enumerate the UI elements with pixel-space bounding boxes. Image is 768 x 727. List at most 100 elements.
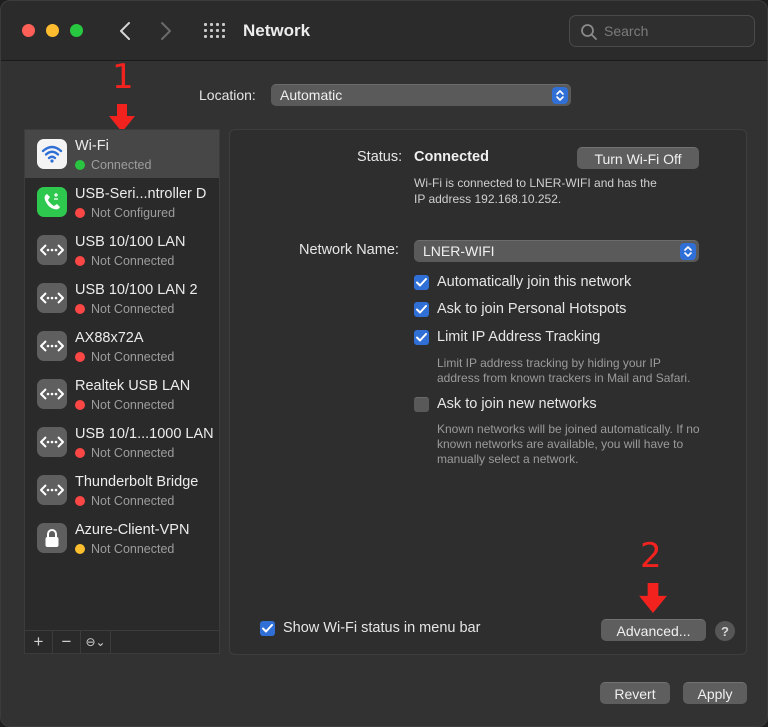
ethernet-icon: [37, 283, 67, 313]
service-item-azure-client-vpn[interactable]: Azure-Client-VPN Not Connected: [25, 514, 219, 562]
turn-wifi-off-button[interactable]: Turn Wi-Fi Off: [577, 147, 699, 169]
checkmark-icon: [414, 274, 429, 290]
network-name-popup[interactable]: LNER-WIFI: [414, 240, 699, 262]
minimize-window-button[interactable]: [46, 24, 59, 37]
new-networks-help-line-1: Known networks will be joined automatica…: [437, 422, 700, 436]
service-status: Not Connected: [75, 446, 174, 460]
service-item-usb-lan-2[interactable]: USB 10/100 LAN 2 Not Connected: [25, 274, 219, 322]
status-description-line-2: IP address 192.168.10.252.: [414, 192, 562, 206]
apply-button[interactable]: Apply: [683, 682, 747, 704]
service-name: USB 10/1...1000 LAN: [75, 426, 214, 442]
network-name-value: LNER-WIFI: [423, 243, 495, 259]
service-item-usb-serial[interactable]: USB-Seri...ntroller D Not Configured: [25, 178, 219, 226]
ethernet-icon: [37, 475, 67, 505]
chevron-right-icon: [161, 22, 171, 40]
wifi-detail-panel: [229, 129, 747, 655]
advanced-button[interactable]: Advanced...: [601, 619, 706, 641]
service-actions-menu-button[interactable]: ⊖⌄: [81, 631, 111, 653]
service-name: AX88x72A: [75, 330, 144, 346]
service-status: Not Connected: [75, 254, 174, 268]
remove-service-button[interactable]: −: [53, 631, 81, 653]
network-name-label: Network Name:: [299, 242, 399, 258]
service-item-thunderbolt-bridge[interactable]: Thunderbolt Bridge Not Connected: [25, 466, 219, 514]
checkmark-icon: [414, 301, 429, 317]
service-status-text: Connected: [91, 158, 152, 172]
ethernet-icon: [37, 379, 67, 409]
chevron-left-icon: [120, 22, 130, 40]
status-dot-vpn-not-connected: [75, 544, 85, 554]
service-item-usb-gigabit-lan[interactable]: USB 10/1...1000 LAN Not Connected: [25, 418, 219, 466]
annotation-marker-1: 1: [112, 57, 134, 97]
annotation-marker-2: 2: [640, 536, 662, 576]
show-wifi-menu-bar-checkbox[interactable]: Show Wi-Fi status in menu bar: [260, 620, 480, 636]
service-status: Not Connected: [75, 302, 174, 316]
limit-ip-help-line-2: address from known trackers in Mail and …: [437, 371, 691, 385]
checkmark-icon: [260, 620, 275, 636]
service-status-text: Not Connected: [91, 302, 175, 316]
service-name: Azure-Client-VPN: [75, 522, 190, 538]
status-dot-not-connected: [75, 352, 85, 362]
status-dot-not-connected: [75, 448, 85, 458]
service-status-text: Not Connected: [91, 446, 175, 460]
title-bar: Network: [1, 1, 767, 61]
search-icon: [581, 24, 597, 40]
add-service-button[interactable]: +: [25, 631, 53, 653]
service-status-text: Not Connected: [91, 254, 175, 268]
service-status-text: Not Connected: [91, 494, 175, 508]
revert-button[interactable]: Revert: [600, 682, 670, 704]
service-name: USB-Seri...ntroller D: [75, 186, 207, 202]
auto-join-checkbox[interactable]: Automatically join this network: [414, 274, 631, 290]
close-window-button[interactable]: [22, 24, 35, 37]
service-status: Not Connected: [75, 398, 174, 412]
sidebar-action-bar: + − ⊖⌄: [24, 630, 220, 654]
auto-join-label: Automatically join this network: [437, 274, 632, 290]
status-dot-connected: [75, 160, 85, 170]
service-name: Wi-Fi: [75, 138, 109, 154]
updown-chevron-icon: [680, 243, 696, 260]
new-networks-help-line-2: known networks are available, you will h…: [437, 437, 684, 451]
lock-icon: [37, 523, 67, 553]
help-button[interactable]: ?: [715, 621, 735, 641]
annotation-arrow-down-icon: [639, 583, 667, 613]
service-status-text: Not Connected: [91, 350, 175, 364]
status-dot-not-connected: [75, 256, 85, 266]
status-dot-not-connected: [75, 304, 85, 314]
status-value: Connected: [414, 149, 489, 165]
phone-icon: [37, 187, 67, 217]
ethernet-icon: [37, 427, 67, 457]
show-wifi-menu-bar-label: Show Wi-Fi status in menu bar: [283, 620, 481, 636]
network-preferences-window: Network 1 Location: Automatic Wi-Fi Conn…: [0, 0, 768, 727]
forward-button[interactable]: [154, 18, 178, 44]
wifi-icon: [37, 139, 67, 169]
personal-hotspots-label: Ask to join Personal Hotspots: [437, 301, 627, 317]
service-item-wifi[interactable]: Wi-Fi Connected: [25, 130, 219, 178]
annotation-arrow-down-icon: [109, 104, 135, 132]
service-item-ax88x72a[interactable]: AX88x72A Not Connected: [25, 322, 219, 370]
ask-new-networks-checkbox[interactable]: Ask to join new networks: [414, 396, 597, 412]
search-field[interactable]: [569, 15, 755, 47]
personal-hotspots-checkbox[interactable]: Ask to join Personal Hotspots: [414, 301, 626, 317]
location-popup[interactable]: Automatic: [271, 84, 571, 106]
status-description-line-1: Wi-Fi is connected to LNER-WIFI and has …: [414, 176, 657, 190]
network-services-list: Wi-Fi Connected USB-Seri...ntroller D No…: [24, 129, 220, 631]
search-input[interactable]: [604, 21, 744, 41]
limit-ip-help-line-1: Limit IP address tracking by hiding your…: [437, 356, 661, 370]
updown-chevron-icon: [552, 87, 568, 104]
service-status: Not Connected: [75, 350, 174, 364]
checkmark-icon: [414, 329, 429, 345]
show-all-grid-icon[interactable]: [201, 21, 227, 41]
limit-ip-tracking-label: Limit IP Address Tracking: [437, 329, 601, 345]
zoom-window-button[interactable]: [70, 24, 83, 37]
service-name: USB 10/100 LAN 2: [75, 282, 198, 298]
service-item-realtek-usb-lan[interactable]: Realtek USB LAN Not Connected: [25, 370, 219, 418]
service-status: Connected: [75, 158, 151, 172]
status-label: Status:: [357, 149, 403, 165]
service-status-text: Not Configured: [91, 206, 176, 220]
service-status: Not Connected: [75, 542, 174, 556]
service-status-text: Not Connected: [91, 542, 175, 556]
back-button[interactable]: [113, 18, 137, 44]
service-name: Realtek USB LAN: [75, 378, 191, 394]
ask-new-networks-label: Ask to join new networks: [437, 396, 597, 412]
service-item-usb-lan[interactable]: USB 10/100 LAN Not Connected: [25, 226, 219, 274]
limit-ip-tracking-checkbox[interactable]: Limit IP Address Tracking: [414, 329, 600, 345]
